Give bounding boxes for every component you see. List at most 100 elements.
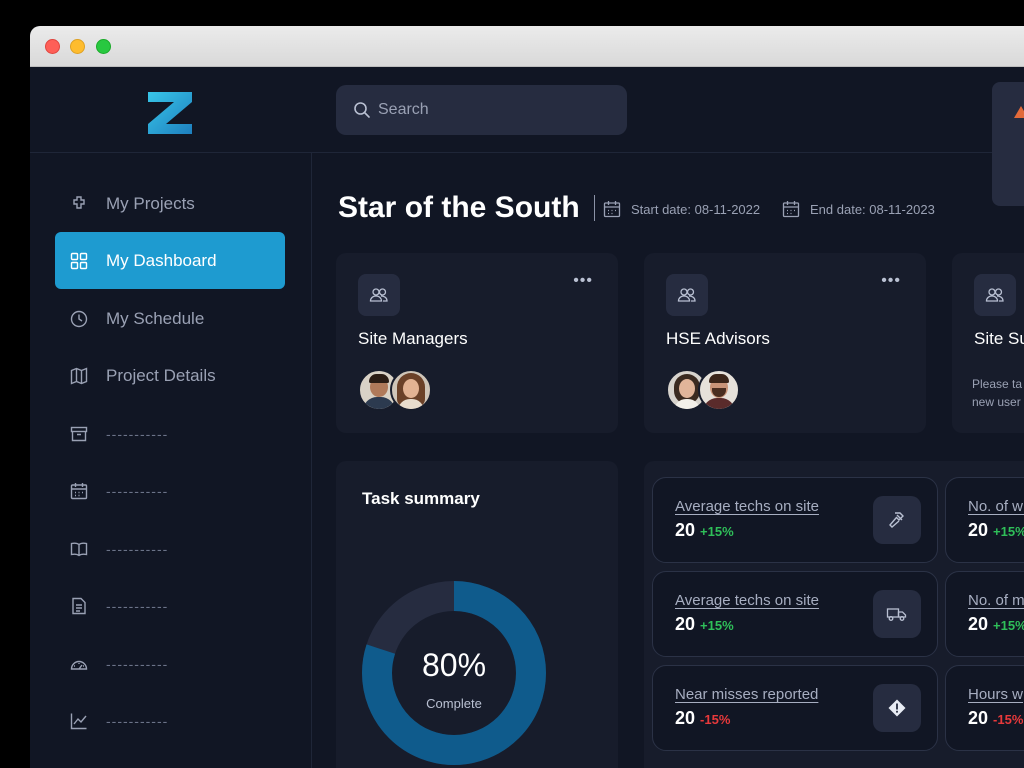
stat-value-row: 20 +15%	[968, 520, 1024, 541]
sidebar-item-label: -----------	[106, 597, 169, 614]
title-divider	[594, 195, 595, 221]
team-card-site-supervisors[interactable]: Site Su Please ta new user	[952, 253, 1024, 433]
stat-value: 20	[968, 614, 989, 634]
main-content: Star of the South Start date: 08-11-2022…	[312, 153, 1024, 768]
zoom-window-button[interactable]	[96, 39, 111, 54]
team-card-site-managers[interactable]: ••• Site Managers	[336, 253, 618, 433]
avatar[interactable]	[698, 369, 740, 411]
stat-value-row: 20 -15%	[675, 708, 730, 729]
team-title: HSE Advisors	[666, 329, 770, 348]
sidebar-item-project-details[interactable]: Project Details	[55, 347, 285, 404]
team-icon	[358, 274, 400, 316]
stat-change: -15%	[993, 712, 1024, 727]
stat-value: 20	[968, 520, 989, 540]
stat-change: +15%	[993, 618, 1024, 633]
calendar-icon	[69, 481, 89, 501]
stat-label[interactable]: Average techs on site	[675, 498, 819, 515]
stat-change: +15%	[700, 524, 734, 539]
stat-value: 20	[968, 708, 989, 728]
sidebar-item-calendar[interactable]: -----------	[55, 462, 285, 519]
app-window: My Projects My Dashboard My Schedule Pro…	[30, 26, 1024, 768]
map-icon	[69, 366, 89, 386]
archive-icon	[69, 424, 89, 444]
stat-card[interactable]: Hours w 20 -15%	[945, 665, 1024, 751]
more-options-button[interactable]: •••	[881, 273, 901, 289]
minimize-window-button[interactable]	[70, 39, 85, 54]
sidebar-item-my-projects[interactable]: My Projects	[55, 175, 285, 232]
chart-icon	[69, 711, 89, 731]
sidebar-item-chart[interactable]: -----------	[55, 692, 285, 749]
stat-value: 20	[675, 708, 696, 728]
team-card-hse-advisors[interactable]: ••• HSE Advisors	[644, 253, 926, 433]
stat-change: -15%	[700, 712, 731, 727]
sidebar-item-gauge[interactable]: -----------	[55, 635, 285, 692]
search-icon	[354, 102, 370, 118]
stat-value: 20	[675, 614, 696, 634]
stat-value-row: 20 +15%	[675, 520, 734, 541]
book-icon	[69, 539, 89, 559]
start-date-label: Start date: 08-11-2022	[631, 201, 761, 217]
stat-value-row: 20 +15%	[968, 614, 1024, 635]
more-options-button[interactable]: •••	[573, 273, 593, 289]
close-window-button[interactable]	[45, 39, 60, 54]
team-icon	[666, 274, 708, 316]
hammer-icon[interactable]	[873, 496, 921, 544]
stat-label[interactable]: No. of mi	[968, 592, 1024, 609]
stat-label[interactable]: No. of wi	[968, 498, 1024, 515]
sidebar-item-label: My Dashboard	[106, 250, 217, 270]
app-logo[interactable]	[146, 90, 194, 136]
stat-label[interactable]: Near misses reported	[675, 686, 818, 703]
warning-diamond-icon[interactable]	[873, 684, 921, 732]
sidebar-item-label: My Schedule	[106, 308, 205, 328]
team-title: Site Managers	[358, 329, 468, 348]
stat-card[interactable]: Average techs on site 20 +15%	[652, 477, 938, 563]
sidebar-item-label: -----------	[106, 482, 169, 499]
stat-change: +15%	[993, 524, 1024, 539]
sidebar-item-book[interactable]: -----------	[55, 520, 285, 577]
truck-icon[interactable]	[873, 590, 921, 638]
start-date: Start date: 08-11-2022	[603, 200, 760, 218]
puzzle-icon	[69, 194, 89, 214]
gauge-icon	[69, 654, 89, 674]
stat-card[interactable]: Average techs on site 20 +15%	[652, 571, 938, 657]
sidebar-item-label: -----------	[106, 540, 169, 557]
search-input[interactable]	[378, 85, 608, 135]
end-date-label: End date: 08-11-2023	[810, 201, 935, 217]
window-titlebar	[30, 26, 1024, 67]
completion-percent: 80%	[421, 647, 487, 683]
page-title: Star of the South	[338, 191, 580, 224]
sidebar-item-label: -----------	[106, 425, 169, 442]
stat-card[interactable]: Near misses reported 20 -15%	[652, 665, 938, 751]
team-description-line: Please ta	[972, 377, 1023, 391]
team-icon	[974, 274, 1016, 316]
calendar-icon	[603, 201, 621, 218]
stat-card[interactable]: No. of wi 20 +15%	[945, 477, 1024, 563]
stat-label[interactable]: Average techs on site	[675, 592, 819, 609]
sidebar-item-my-dashboard[interactable]: My Dashboard	[55, 232, 285, 289]
calendar-icon	[782, 201, 800, 218]
stat-label[interactable]: Hours w	[968, 686, 1023, 703]
sidebar-item-archive[interactable]: -----------	[55, 405, 285, 462]
stat-change: +15%	[700, 618, 734, 633]
member-avatars	[358, 369, 432, 411]
sidebar-item-label: -----------	[106, 655, 169, 672]
warning-icon	[1014, 106, 1024, 118]
stat-card[interactable]: No. of mi 20 +15%	[945, 571, 1024, 657]
sidebar-item-label: My Projects	[106, 193, 195, 213]
sidebar-item-document[interactable]: -----------	[55, 577, 285, 634]
grid-icon	[69, 251, 89, 271]
document-icon	[69, 596, 89, 616]
avatar[interactable]	[390, 369, 432, 411]
end-date: End date: 08-11-2023	[782, 200, 935, 218]
sidebar-item-label: -----------	[106, 712, 169, 729]
stat-value: 20	[675, 520, 696, 540]
completion-label: Complete	[426, 696, 482, 711]
team-description: Please ta new user	[972, 375, 1024, 411]
team-title: Site Su	[974, 329, 1024, 348]
sidebar-item-my-schedule[interactable]: My Schedule	[55, 290, 285, 347]
task-summary-card: Task summary 80% Complete	[336, 461, 618, 768]
member-avatars	[666, 369, 740, 411]
task-summary-title: Task summary	[362, 489, 480, 508]
search-bar[interactable]	[336, 85, 627, 135]
stat-value-row: 20 +15%	[675, 614, 734, 635]
